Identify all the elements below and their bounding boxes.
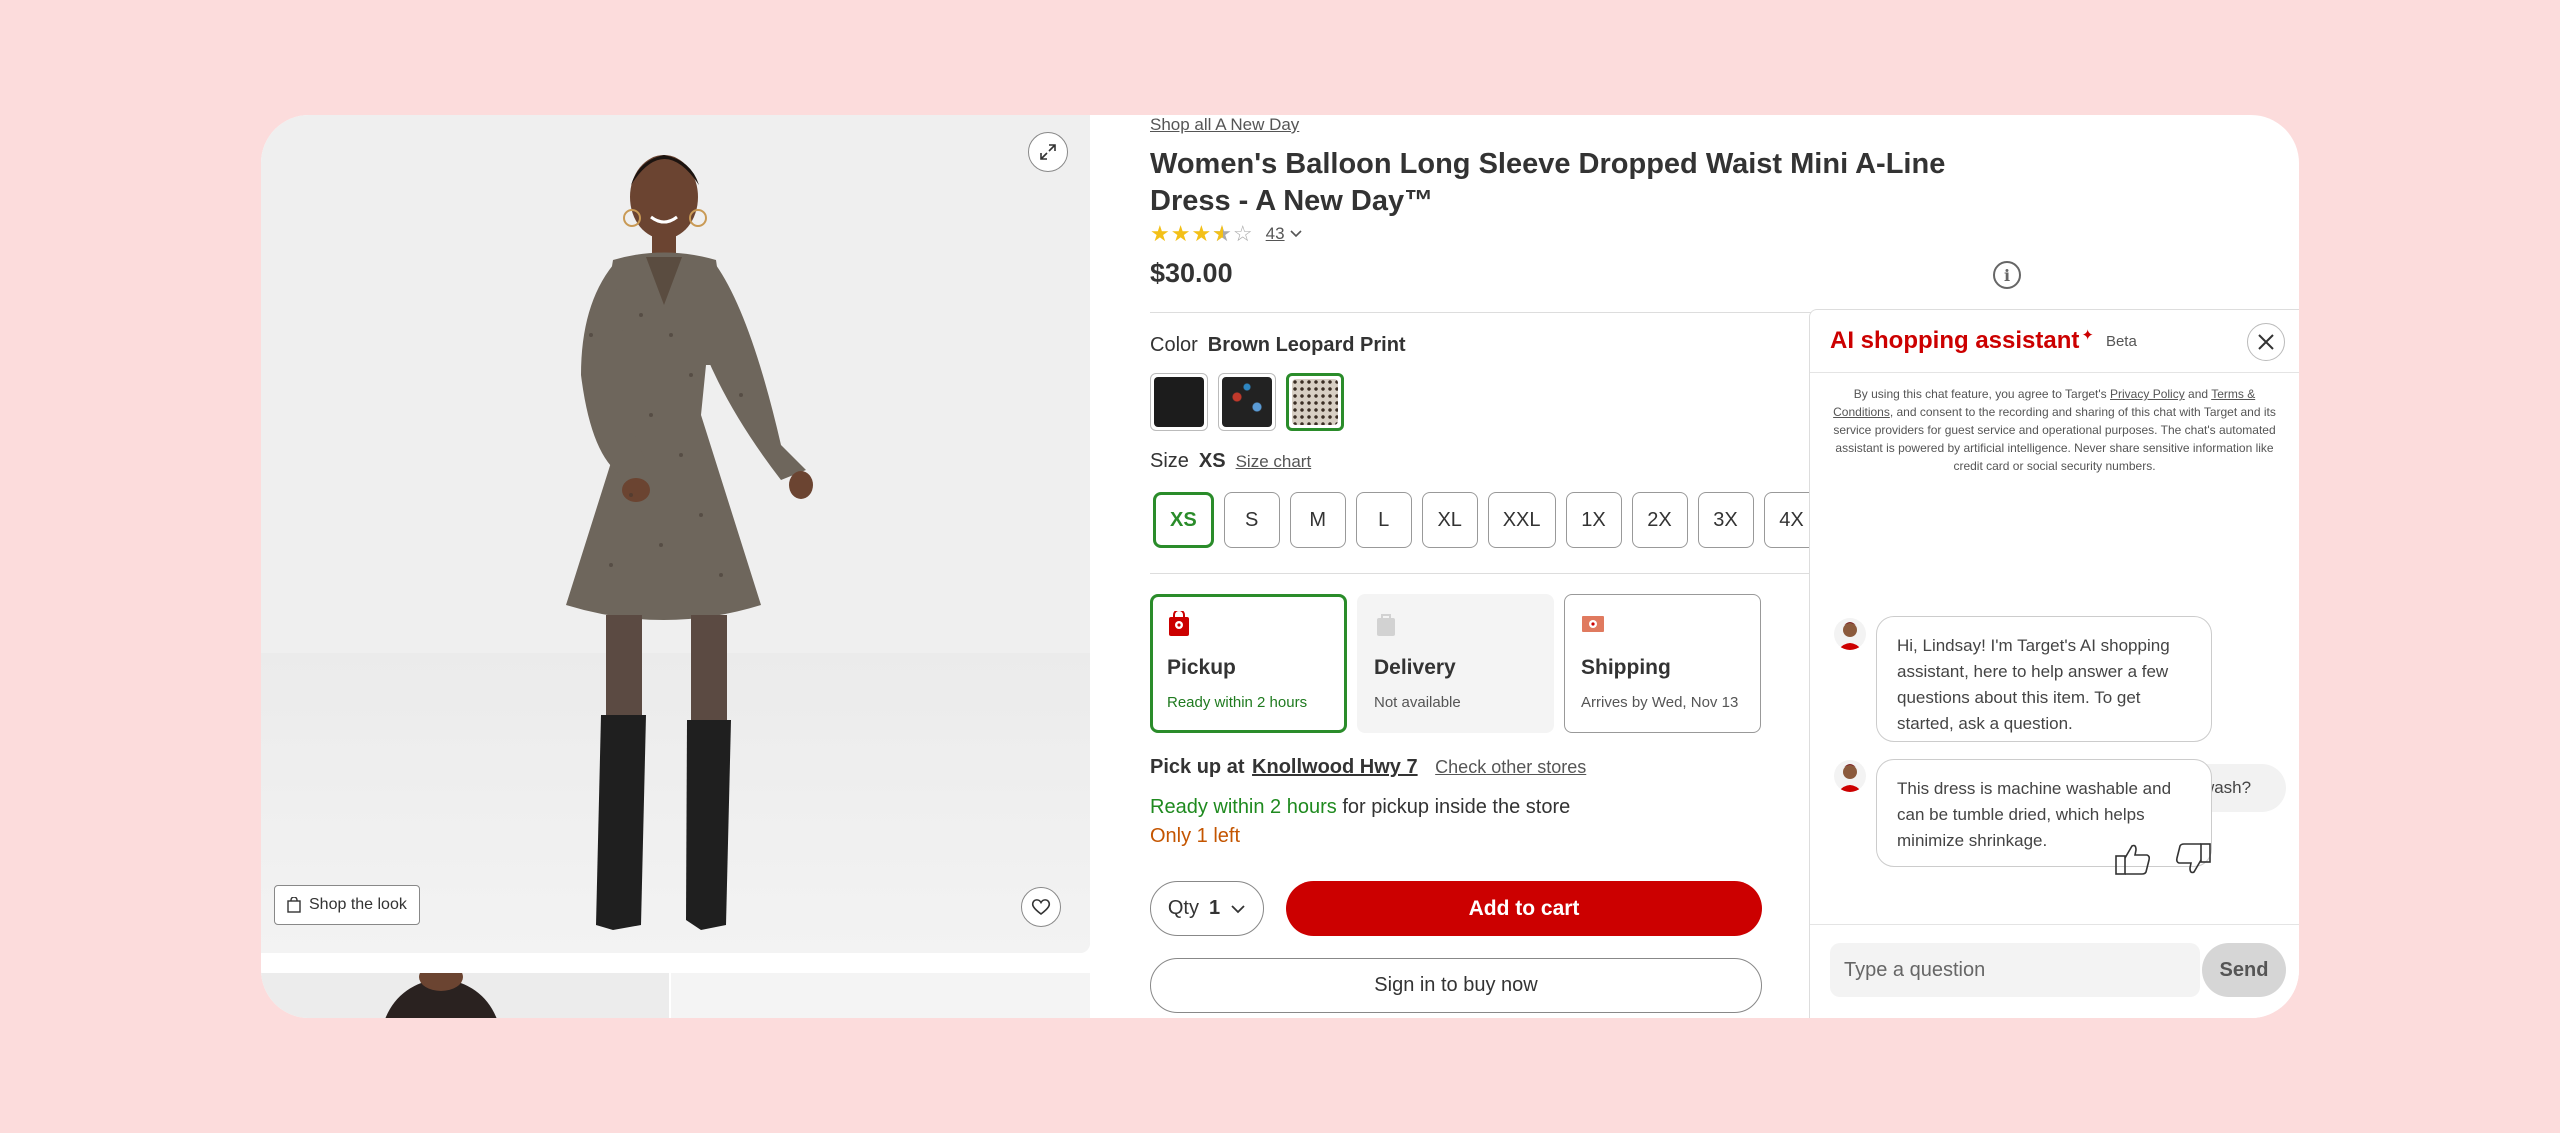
chat-input-bar: Send [1810,924,2299,1007]
thumbs-up-icon[interactable] [2114,842,2152,881]
swatch-floral[interactable] [1218,373,1276,431]
fulfillment-title: Delivery [1374,656,1456,679]
feedback-buttons [2114,842,2212,881]
swatch-brown-leopard-print[interactable] [1286,373,1344,431]
sign-in-to-buy-button[interactable]: Sign in to buy now [1150,958,1762,1013]
product-card: Shop the look Shop all A New Day Women's… [261,115,2299,1018]
chat-title: AI shopping assistant [1830,327,2080,354]
gallery-thumbnail[interactable] [261,973,669,1018]
box-icon [1582,616,1604,632]
product-main-image[interactable]: Shop the look [261,115,1090,953]
privacy-policy-link[interactable]: Privacy Policy [2110,387,2185,401]
stock-status: Only 1 left [1150,825,1241,847]
fulfillment-delivery[interactable]: Delivery Not available [1357,594,1554,733]
chat-disclaimer: By using this chat feature, you agree to… [1833,387,2276,473]
fulfillment-shipping[interactable]: Shipping Arrives by Wed, Nov 13 [1564,594,1761,733]
fulfillment-pickup[interactable]: Pickup Ready within 2 hours [1150,594,1347,733]
size-option-s[interactable]: S [1223,492,1280,548]
pickup-store-line: Pick up at Knollwood Hwy 7 Check other s… [1150,756,1586,779]
size-option-3x[interactable]: 3X [1697,492,1754,548]
gallery-thumbnail[interactable] [671,973,1090,1018]
store-pickup-icon [1169,609,1189,636]
chat-question-input[interactable] [1830,943,2200,997]
shop-the-look-button[interactable]: Shop the look [274,885,420,925]
send-button[interactable]: Send [2202,943,2286,997]
favorite-button[interactable] [1021,887,1061,927]
pickup-store-link[interactable]: Knollwood Hwy 7 [1252,756,1418,778]
pickup-prefix: Pick up at [1150,756,1245,778]
size-option-m[interactable]: M [1289,492,1346,548]
fulfillment-title: Pickup [1167,656,1236,679]
model-photo [566,155,813,930]
fulfillment-subtitle: Arrives by Wed, Nov 13 [1581,694,1739,711]
assistant-message: Hi, Lindsay! I'm Target's AI shopping as… [1876,616,2212,742]
close-icon [2258,334,2274,350]
size-label-row: Size XS Size chart [1150,450,1311,473]
color-swatches [1150,373,1344,431]
ai-assistant-panel: AI shopping assistant ✦ Beta By using th… [1809,309,2299,1018]
rating[interactable]: ★★★★★☆ 43 [1150,221,1303,247]
star-rating-icon: ★★★★★☆ [1150,221,1254,246]
size-label: Size [1150,450,1189,472]
info-icon[interactable]: i [1993,261,2021,289]
thumbs-down-icon[interactable] [2174,842,2212,881]
color-label: Color [1150,334,1198,356]
chevron-down-icon[interactable] [1289,229,1303,239]
size-value: XS [1198,450,1226,472]
pickup-ready-line: Ready within 2 hours for pickup inside t… [1150,796,1570,819]
size-option-xs[interactable]: XS [1153,492,1214,548]
fulfillment-subtitle: Not available [1374,694,1461,711]
swatch-black[interactable] [1150,373,1208,431]
beta-badge: Beta [2105,332,2137,350]
rating-count-link[interactable]: 43 [1266,224,1285,244]
fulfillment-subtitle: Ready within 2 hours [1167,694,1308,711]
chat-header: AI shopping assistant ✦ Beta [1810,310,2299,373]
fulfillment-options: Pickup Ready within 2 hours Delivery Not… [1150,594,1761,733]
assistant-avatar [1834,760,1866,792]
shop-the-look-label: Shop the look [309,896,407,913]
size-chart-link[interactable]: Size chart [1236,452,1312,472]
size-option-xxl[interactable]: XXL [1487,492,1556,548]
qty-label: Qty [1167,897,1199,919]
product-title: Women's Balloon Long Sleeve Dropped Wais… [1150,148,1946,217]
color-label-row: Color Brown Leopard Print [1150,334,1406,357]
color-value: Brown Leopard Print [1207,334,1406,356]
size-option-l[interactable]: L [1355,492,1412,548]
shopping-bag-icon [287,897,301,913]
size-options: XS S M L XL XXL 1X 2X 3X 4X [1153,492,1820,548]
product-price: $30.00 [1150,258,1233,288]
thumbnail-photo [385,973,497,1018]
size-option-xl[interactable]: XL [1421,492,1478,548]
close-chat-button[interactable] [2247,323,2285,361]
expand-image-button[interactable] [1028,132,1068,172]
chevron-down-icon [1231,904,1245,913]
pickup-ready-time: Ready within 2 hours [1150,796,1337,818]
assistant-avatar [1834,618,1866,650]
sparkle-icon: ✦ [2081,327,2094,344]
size-option-2x[interactable]: 2X [1631,492,1688,548]
heart-icon [1031,899,1051,916]
fulfillment-title: Shipping [1581,656,1671,679]
qty-value: 1 [1209,897,1221,919]
pickup-ready-detail: for pickup inside the store [1336,796,1571,818]
size-option-1x[interactable]: 1X [1565,492,1622,548]
add-to-cart-button[interactable]: Add to cart [1286,881,1762,936]
bag-icon [1377,614,1395,636]
quantity-select[interactable]: Qty 1 [1150,881,1264,936]
expand-icon [1040,144,1056,160]
brand-breadcrumb-link[interactable]: Shop all A New Day [1150,115,1299,135]
check-other-stores-link[interactable]: Check other stores [1435,757,1586,777]
